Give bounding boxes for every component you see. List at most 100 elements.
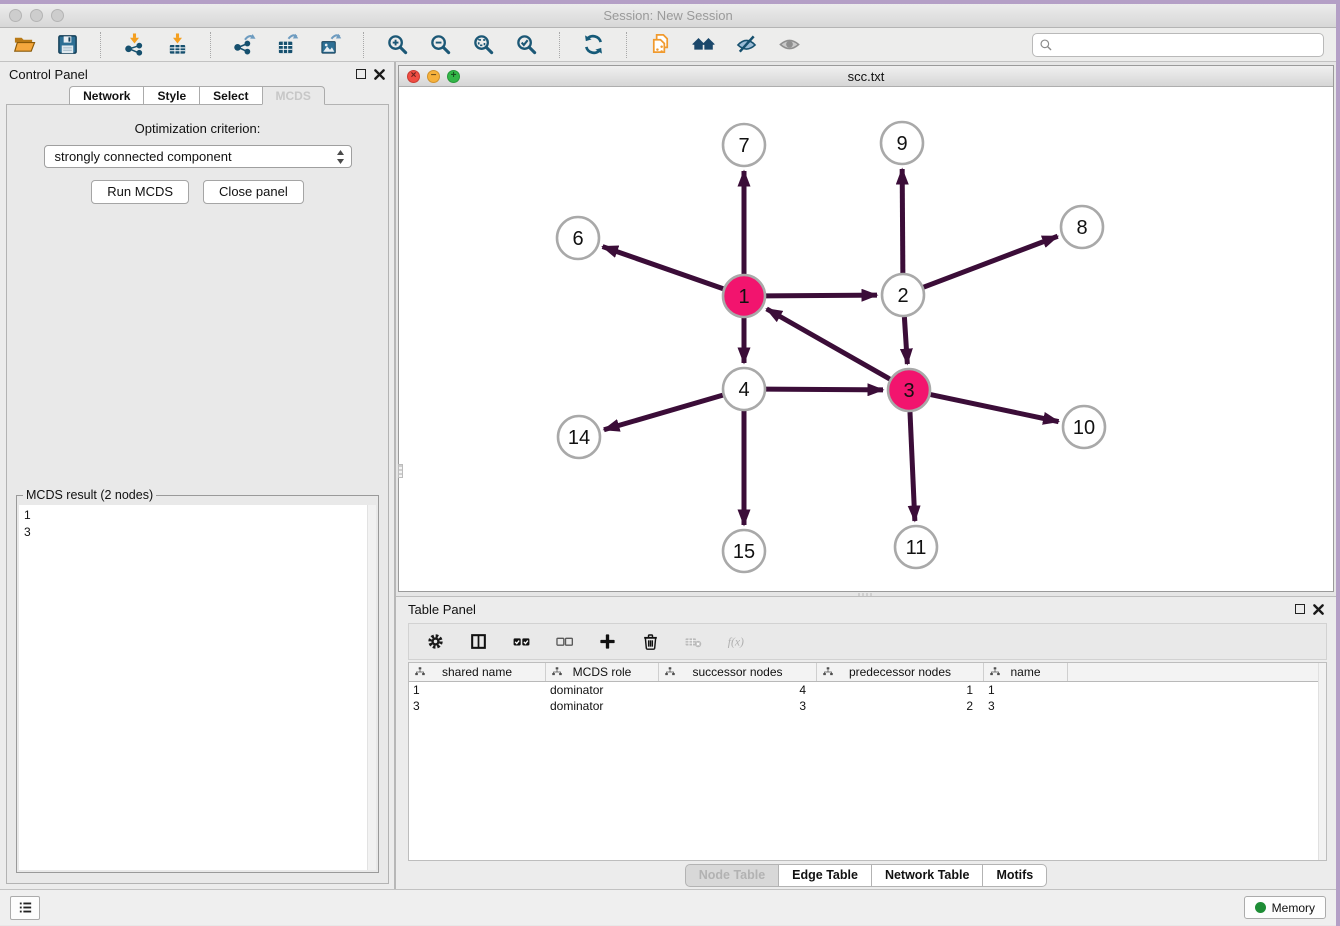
minimize-network-icon[interactable] [427,70,440,83]
result-scrollbar[interactable] [367,505,376,870]
zoom-in-icon[interactable] [385,33,409,57]
graph-node-label-6: 6 [572,228,583,250]
open-session-icon[interactable] [12,33,36,57]
float-table-panel-icon[interactable] [1295,604,1305,614]
column-header-name[interactable]: name [984,663,1068,681]
settings-gear-icon[interactable] [423,630,447,654]
zoom-fit-icon[interactable] [471,33,495,57]
graph-edge-1-6[interactable] [603,247,724,289]
cell-successor-nodes[interactable]: 3 [659,698,817,714]
chevron-up-down-icon [336,149,345,165]
hide-selected-eye-icon[interactable] [734,33,758,57]
cell-shared-name[interactable]: 1 [409,682,546,698]
table-row[interactable]: 3dominator323 [409,698,1326,714]
toolbar-separator [626,32,627,58]
toolbar-separator [100,32,101,58]
maximize-network-icon[interactable] [447,70,460,83]
tab-select[interactable]: Select [199,86,261,105]
import-network-icon[interactable] [122,33,146,57]
export-table-icon[interactable] [275,33,299,57]
result-line: 3 [24,524,364,541]
column-header-shared-name[interactable]: shared name [409,663,546,681]
tab-network[interactable]: Network [69,86,143,105]
column-header-label: successor nodes [692,665,782,679]
export-image-icon[interactable] [318,33,342,57]
control-panel-title: Control Panel [9,67,88,82]
graph-node-label-3: 3 [903,380,914,402]
cell-name[interactable]: 3 [984,698,1068,714]
graph-edge-2-8[interactable] [924,236,1058,287]
zoom-selected-icon[interactable] [514,33,538,57]
graph-edge-3-11[interactable] [910,412,915,521]
graph-edge-3-10[interactable] [931,395,1059,422]
column-header-predecessor-nodes[interactable]: predecessor nodes [817,663,984,681]
graph-node-label-15: 15 [733,541,755,563]
splitter-grip[interactable] [398,464,403,478]
cell-MCDS-role[interactable]: dominator [546,698,659,714]
cell-name[interactable]: 1 [984,682,1068,698]
graph-edge-2-3[interactable] [904,317,907,364]
optimization-criterion-select[interactable]: strongly connected component [44,145,352,168]
optimization-criterion-label: Optimization criterion: [7,121,388,136]
search-box[interactable] [1032,33,1324,57]
cell-MCDS-role[interactable]: dominator [546,682,659,698]
refresh-icon[interactable] [581,33,605,57]
cell-predecessor-nodes[interactable]: 2 [817,698,984,714]
control-panel: Control Panel NetworkStyleSelectMCDS Opt… [0,62,396,889]
svg-text:f(x): f(x) [727,636,743,649]
close-network-icon[interactable] [407,70,420,83]
graph-node-label-10: 10 [1073,417,1095,439]
run-mcds-button[interactable]: Run MCDS [91,180,189,204]
graph-edge-2-9[interactable] [902,169,903,273]
import-table-icon[interactable] [165,33,189,57]
column-tree-icon [414,666,426,678]
zoom-out-icon[interactable] [428,33,452,57]
show-all-eye-icon[interactable] [777,33,801,57]
tab-motifs[interactable]: Motifs [982,864,1047,887]
mcds-result-list[interactable]: 13 [19,505,376,870]
graph-edge-1-2[interactable] [766,295,877,296]
tab-node-table[interactable]: Node Table [685,864,778,887]
deselect-all-checkboxes-icon[interactable] [552,630,576,654]
table-row[interactable]: 1dominator411 [409,682,1326,698]
search-input[interactable] [1058,35,1317,55]
network-canvas[interactable]: 7968124314101511 [399,87,1333,591]
graph-edge-4-3[interactable] [766,389,883,390]
cell-successor-nodes[interactable]: 4 [659,682,817,698]
graph-node-label-2: 2 [897,285,908,307]
tab-style[interactable]: Style [143,86,199,105]
column-tree-icon [664,666,676,678]
memory-button[interactable]: Memory [1244,896,1326,919]
column-header-MCDS-role[interactable]: MCDS role [546,663,659,681]
tab-network-table[interactable]: Network Table [871,864,983,887]
table-scrollbar[interactable] [1318,663,1326,860]
network-view-window: scc.txt 7968124314101511 [398,65,1334,592]
cell-shared-name[interactable]: 3 [409,698,546,714]
column-layout-icon[interactable] [466,630,490,654]
tab-edge-table[interactable]: Edge Table [778,864,871,887]
close-panel-button[interactable]: Close panel [203,180,304,204]
table-tabs: Node TableEdge TableNetwork TableMotifs [396,861,1336,889]
add-column-icon[interactable] [595,630,619,654]
column-header-successor-nodes[interactable]: successor nodes [659,663,817,681]
duplicate-network-icon[interactable] [648,33,672,57]
task-history-button[interactable] [10,896,40,920]
save-session-icon[interactable] [55,33,79,57]
graph-edge-3-1[interactable] [767,309,890,379]
network-window-titlebar[interactable]: scc.txt [399,66,1333,87]
float-panel-icon[interactable] [356,69,366,79]
graph-node-label-14: 14 [568,427,590,449]
close-panel-icon[interactable] [374,69,385,80]
toolbar-separator [363,32,364,58]
close-table-panel-icon[interactable] [1313,604,1324,615]
home-icon[interactable] [691,33,715,57]
column-header-label: name [1010,665,1040,679]
delete-column-icon[interactable] [638,630,662,654]
graph-edge-4-14[interactable] [604,395,723,430]
toolbar-icons [12,32,801,58]
cell-predecessor-nodes[interactable]: 1 [817,682,984,698]
tab-mcds[interactable]: MCDS [262,86,325,105]
export-network-icon[interactable] [232,33,256,57]
select-all-checkboxes-icon[interactable] [509,630,533,654]
memory-label: Memory [1272,901,1315,915]
